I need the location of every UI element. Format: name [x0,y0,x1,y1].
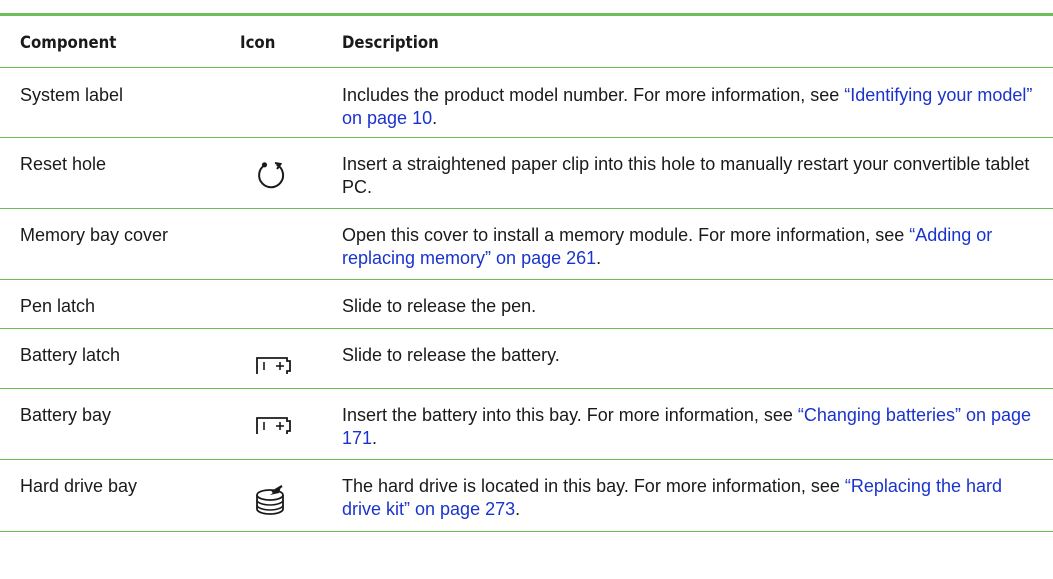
table-row: Battery latch Slide to release the batte… [0,329,1053,389]
header-description: Description [342,33,439,53]
row-description: Insert a straightened paper clip into th… [342,154,1030,197]
header-icon: Icon [240,33,276,53]
table-row: System label Includes the product model … [0,68,1053,138]
row-description: Slide to release the battery. [342,345,560,365]
row-description: Open this cover to install a memory modu… [342,225,993,268]
table-row: Memory bay cover Open this cover to inst… [0,209,1053,280]
row-component: Reset hole [20,154,107,174]
reset-icon [255,160,287,192]
row-component: Battery bay [20,405,112,425]
row-description: The hard drive is located in this bay. F… [342,476,1003,519]
table-row: Battery bay Insert the battery into this… [0,389,1053,460]
row-component: Memory bay cover [20,225,169,245]
table-row: Reset hole Insert a straightened paper c… [0,138,1053,209]
row-description: Includes the product model number. For m… [342,85,1033,128]
battery-icon [256,357,292,375]
battery-icon [256,417,292,435]
row-description: Insert the battery into this bay. For mo… [342,405,1032,448]
row-description: Slide to release the pen. [342,296,537,316]
header-component: Component [20,33,117,53]
table-header-row: Component Icon Description [0,16,1053,68]
row-component: Battery latch [20,345,121,365]
table-row: Hard drive bay The hard drive is located… [0,460,1053,532]
hard-drive-icon [255,483,289,517]
table-row: Pen latch Slide to release the pen. [0,280,1053,329]
row-component: Pen latch [20,296,96,316]
row-component: System label [20,85,124,105]
row-component: Hard drive bay [20,476,138,496]
component-table: Component Icon Description System label … [0,0,1053,579]
